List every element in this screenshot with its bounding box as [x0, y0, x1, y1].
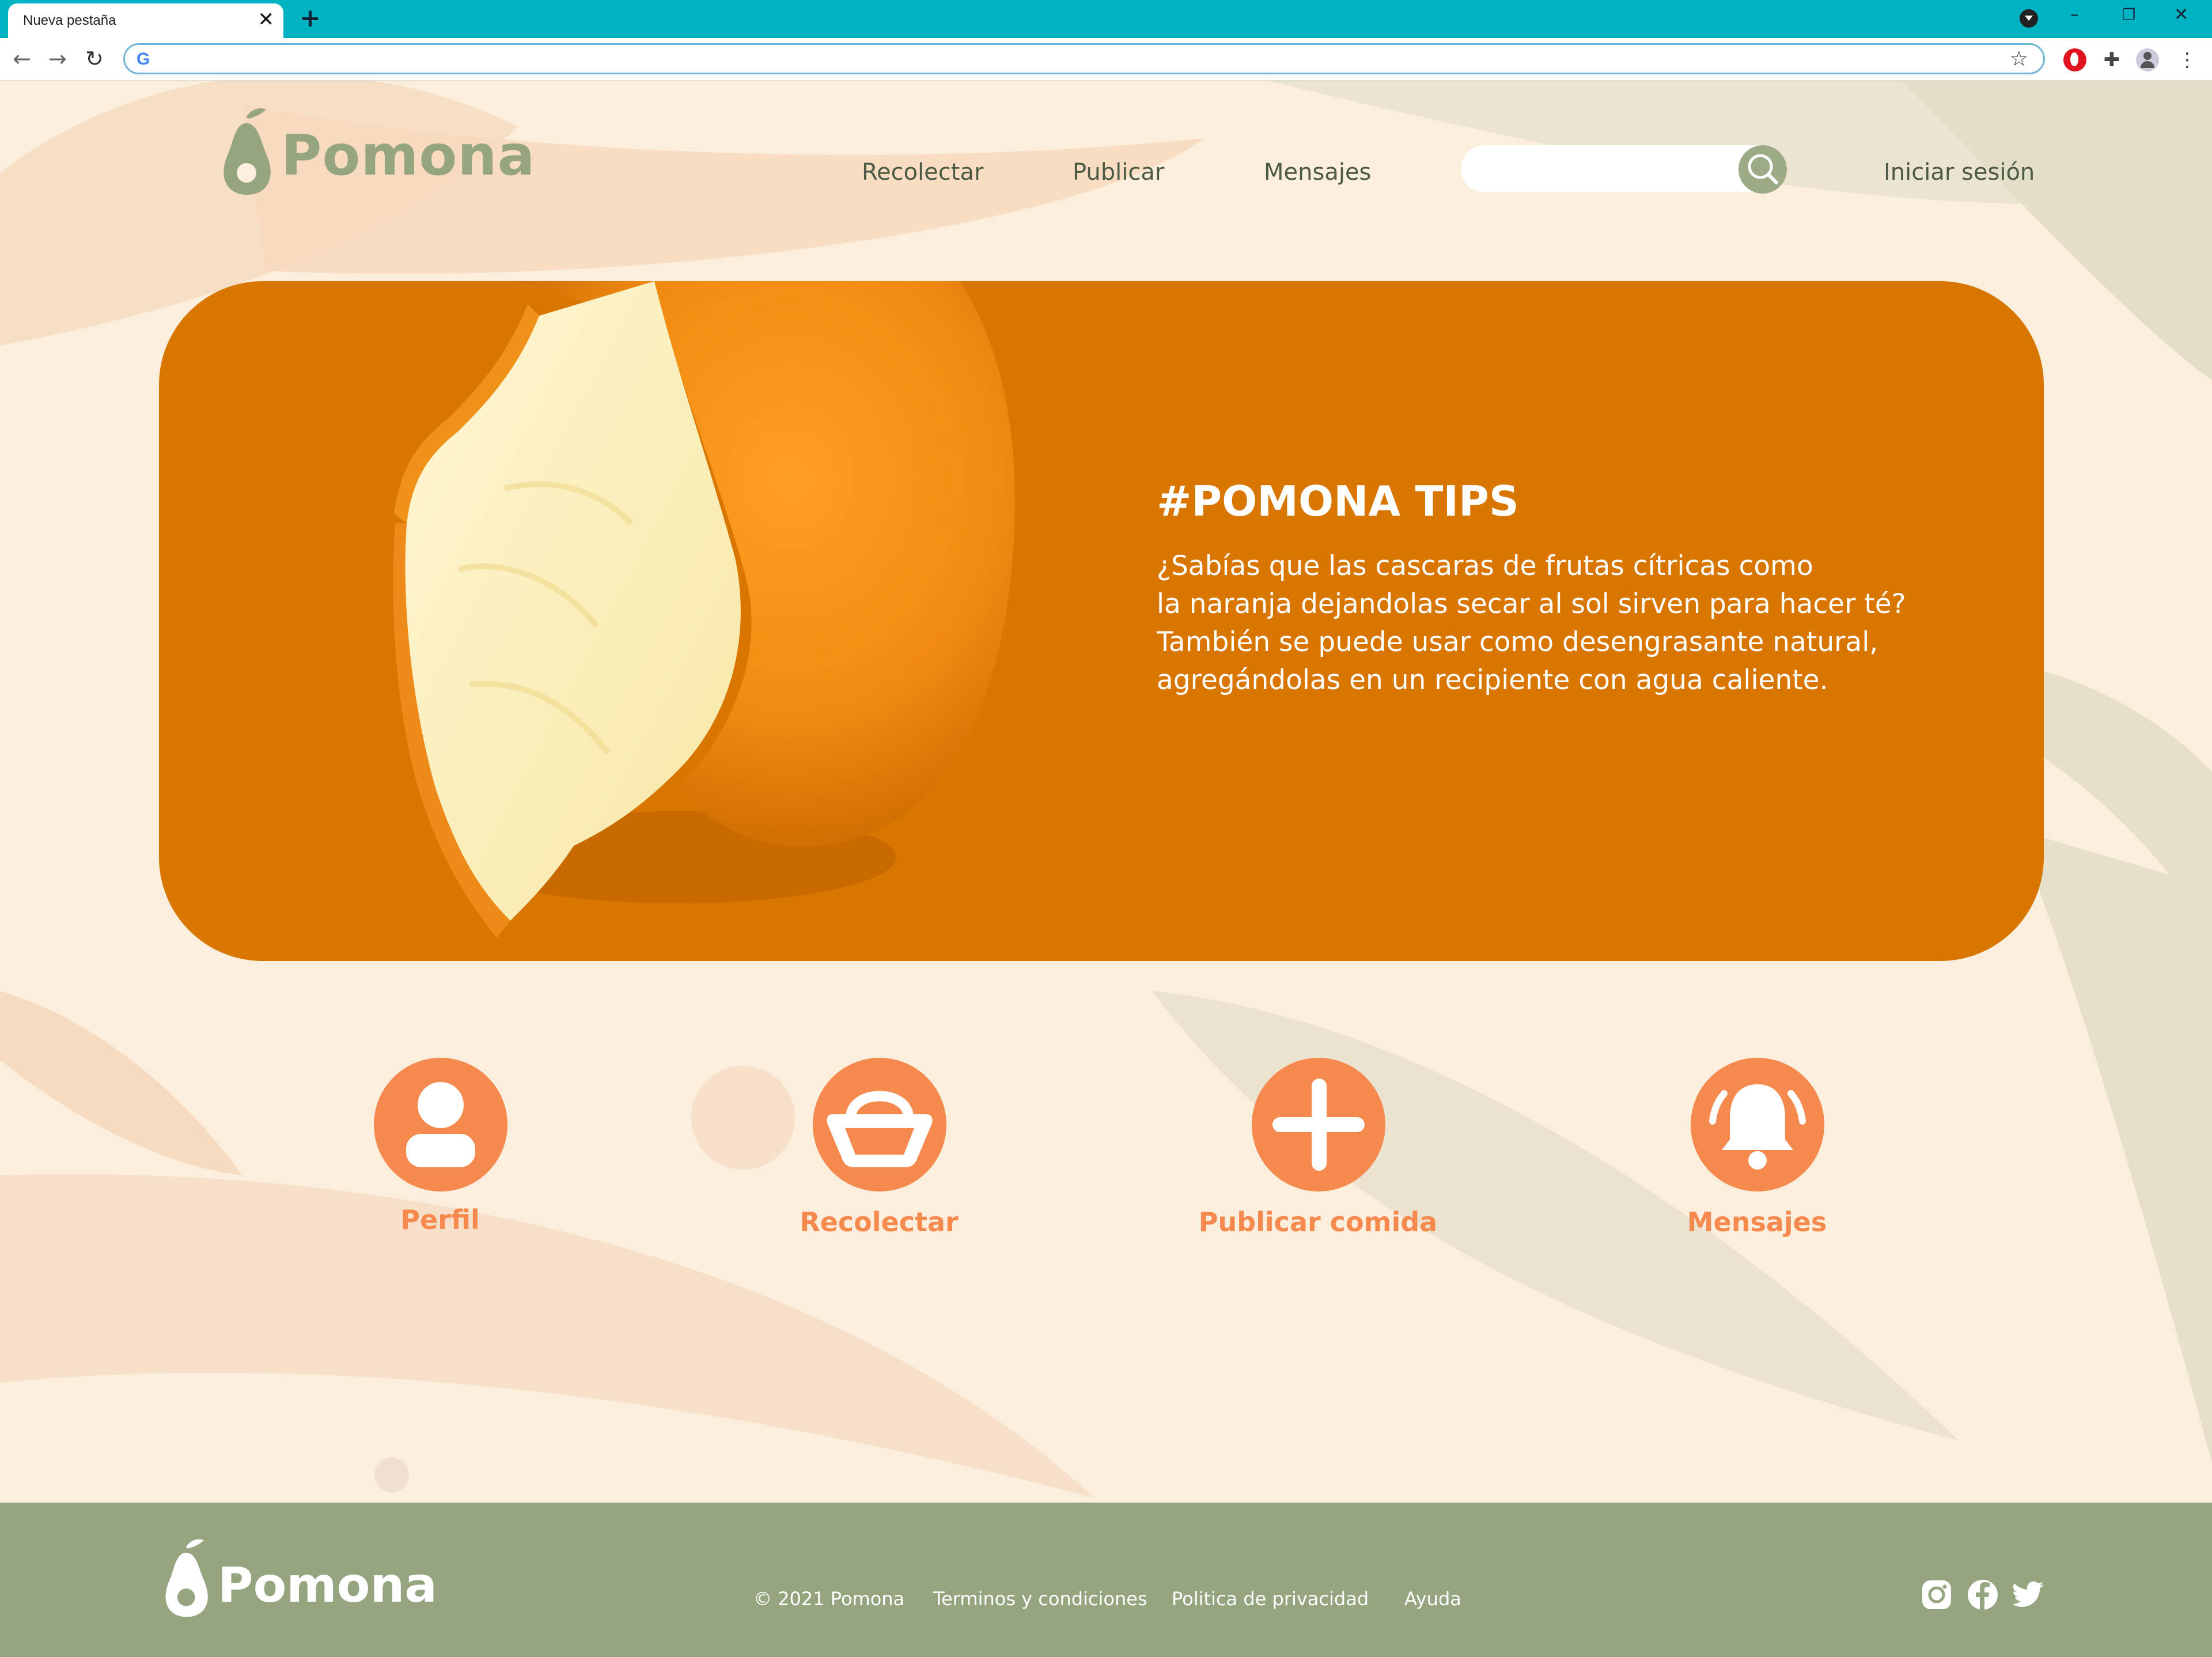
- footer-terms-link[interactable]: Terminos y condiciones: [933, 1588, 1147, 1610]
- brand-name: Pomona: [281, 123, 536, 188]
- reload-icon[interactable]: ↻: [85, 45, 104, 73]
- avocado-logo-icon: [224, 108, 271, 195]
- footer-brand-name: Pomona: [218, 1557, 437, 1613]
- back-arrow-icon[interactable]: ←: [13, 45, 31, 73]
- search-button[interactable]: [1738, 145, 1787, 194]
- plus-circle[interactable]: [1252, 1058, 1385, 1191]
- orange-peel-image: [393, 281, 1015, 938]
- footer-help-link[interactable]: Ayuda: [1404, 1588, 1461, 1610]
- plus-icon: [1272, 1079, 1365, 1171]
- login-link[interactable]: Iniciar sesión: [1884, 159, 2035, 186]
- tab-title: Nueva pestaña: [23, 13, 116, 28]
- facebook-icon[interactable]: [1967, 1579, 1999, 1611]
- pomona-logo[interactable]: Pomona: [219, 106, 535, 198]
- tips-banner: #POMONA TIPS ¿Sabías que las cascaras de…: [159, 281, 2044, 961]
- browser-tab-bar: Nueva pestaña ✕ + – ❐ ✕: [0, 0, 2212, 38]
- browser-tab[interactable]: Nueva pestaña ✕: [8, 3, 283, 38]
- tab-close-icon[interactable]: ✕: [258, 9, 275, 30]
- bookmark-star-icon[interactable]: ☆: [2010, 47, 2028, 71]
- user-icon: [406, 1082, 475, 1167]
- instagram-icon[interactable]: [1921, 1579, 1953, 1611]
- action-label-mensajes: Mensajes: [1687, 1206, 1827, 1238]
- nav-mensajes[interactable]: Mensajes: [1264, 159, 1371, 186]
- footer-logo[interactable]: Pomona: [161, 1533, 437, 1625]
- basket-circle[interactable]: [813, 1058, 946, 1191]
- forward-arrow-icon[interactable]: →: [48, 45, 67, 73]
- page-content: Pomona Recolectar Publicar Mensajes Inic…: [0, 81, 2212, 1657]
- action-label-perfil: Perfil: [400, 1204, 480, 1235]
- bell-icon: [1709, 1084, 1806, 1170]
- basket-icon: [827, 1091, 933, 1167]
- profile-avatar-icon[interactable]: [2136, 48, 2159, 71]
- action-perfil[interactable]: Perfil: [296, 1058, 584, 1265]
- browser-menu-icon[interactable]: ⋮: [2177, 48, 2197, 71]
- bell-circle[interactable]: [1691, 1058, 1824, 1191]
- google-icon: G: [137, 50, 150, 69]
- site-footer: Pomona © 2021 Pomona Terminos y condicio…: [0, 1503, 2212, 1657]
- nav-recolectar[interactable]: Recolectar: [862, 159, 983, 186]
- action-label-publicar-comida: Publicar comida: [1198, 1206, 1438, 1238]
- footer-copyright: © 2021 Pomona: [753, 1588, 905, 1610]
- twitter-icon[interactable]: [2013, 1579, 2045, 1611]
- close-window-button[interactable]: ✕: [2174, 3, 2188, 27]
- minimize-button[interactable]: –: [2070, 3, 2079, 27]
- profile-circle[interactable]: [374, 1058, 507, 1191]
- browser-toolbar: ← → ↻ G ☆ ✚ ⋮: [0, 38, 2212, 81]
- restore-button[interactable]: ❐: [2122, 3, 2135, 27]
- opera-extension-icon[interactable]: [2063, 48, 2086, 71]
- address-bar[interactable]: G ☆: [123, 43, 2045, 74]
- tips-text: ¿Sabías que las cascaras de frutas cítri…: [1157, 550, 1906, 696]
- nav-publicar[interactable]: Publicar: [1073, 159, 1164, 186]
- new-tab-button[interactable]: +: [300, 5, 321, 32]
- footer-privacy-link[interactable]: Politica de privacidad: [1172, 1588, 1369, 1610]
- action-recolectar[interactable]: Recolectar: [735, 1058, 1023, 1265]
- action-publicar-comida[interactable]: Publicar comida: [1174, 1058, 1462, 1265]
- tab-search-icon[interactable]: [2020, 9, 2038, 28]
- tips-title: #POMONA TIPS: [1157, 477, 1519, 525]
- action-mensajes[interactable]: Mensajes: [1613, 1058, 1901, 1265]
- avocado-logo-icon: [165, 1539, 208, 1617]
- action-label-recolectar: Recolectar: [800, 1206, 959, 1238]
- search-icon: [1748, 154, 1778, 184]
- extensions-puzzle-icon[interactable]: ✚: [2100, 48, 2123, 71]
